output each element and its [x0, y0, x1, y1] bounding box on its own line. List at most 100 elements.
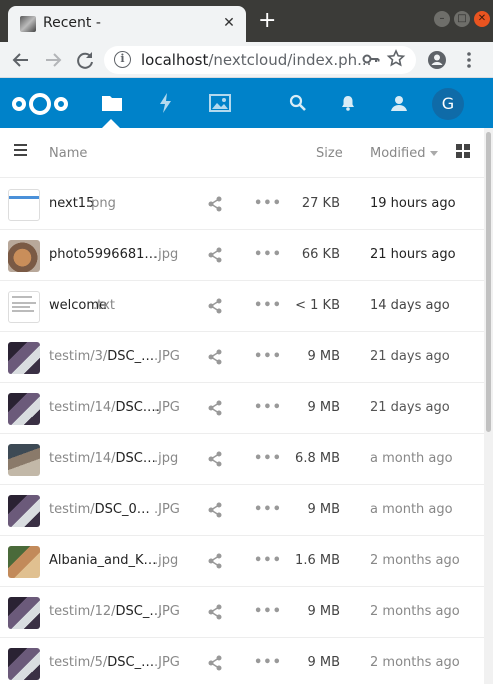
file-thumbnail: [8, 189, 40, 221]
more-actions-icon[interactable]: •••: [254, 299, 282, 312]
notifications-bell-icon[interactable]: [338, 93, 358, 113]
scrollbar-thumb[interactable]: [486, 132, 491, 432]
nextcloud-logo[interactable]: [12, 93, 74, 115]
file-path: testim/: [49, 502, 95, 517]
back-icon[interactable]: [10, 49, 32, 71]
file-row[interactable]: photo5996681… .jpg ••• 66 KB 21 hours ago: [0, 230, 484, 281]
file-extension: .JPG: [154, 604, 180, 619]
more-actions-icon[interactable]: •••: [254, 605, 282, 618]
reload-icon[interactable]: [74, 49, 96, 71]
file-row[interactable]: testim/5/DSC_… .JPG ••• 9 MB 2 months ago: [0, 638, 484, 684]
key-icon[interactable]: [362, 50, 380, 68]
file-extension: .jpg: [154, 451, 179, 466]
grid-view-icon[interactable]: [456, 144, 470, 158]
files-app-icon[interactable]: [100, 91, 124, 115]
file-extension: .JPG: [154, 655, 180, 670]
minimize-window-button[interactable]: –: [434, 11, 450, 27]
file-size: 9 MB: [307, 400, 340, 415]
file-basename: Albania_and_K…: [49, 553, 157, 568]
share-icon[interactable]: [207, 298, 223, 314]
file-extension: .jpg: [154, 247, 179, 262]
more-actions-icon[interactable]: •••: [254, 197, 282, 210]
share-icon[interactable]: [207, 655, 223, 671]
file-name[interactable]: testim/12/DSC_…: [49, 604, 162, 619]
share-icon[interactable]: [207, 400, 223, 416]
file-path: testim/12/: [49, 604, 116, 619]
close-tab-icon[interactable]: ✕: [220, 14, 238, 32]
file-row[interactable]: testim/14/DSC… .jpg ••• 6.8 MB a month ago: [0, 434, 484, 485]
file-row[interactable]: testim/DSC_0… .JPG ••• 9 MB a month ago: [0, 485, 484, 536]
browser-tab[interactable]: Recent - ✕: [8, 6, 246, 42]
file-name[interactable]: testim/14/DSC…: [49, 451, 156, 466]
file-modified: 21 hours ago: [370, 247, 456, 262]
file-path: testim/14/: [49, 451, 116, 466]
file-size: 9 MB: [307, 604, 340, 619]
file-name[interactable]: testim/DSC_0…: [49, 502, 150, 517]
file-name[interactable]: photo5996681…: [49, 247, 157, 262]
file-name[interactable]: testim/3/DSC_…: [49, 349, 154, 364]
more-actions-icon[interactable]: •••: [254, 350, 282, 363]
share-icon[interactable]: [207, 502, 223, 518]
file-extension: .txt: [93, 298, 116, 313]
address-bar[interactable]: i localhost/nextcloud/index.ph...: [104, 46, 416, 74]
new-tab-button[interactable]: +: [258, 10, 276, 32]
file-extension: .JPG: [154, 349, 180, 364]
url-path: /nextcloud/index.ph...: [208, 51, 372, 69]
maximize-window-button[interactable]: □: [454, 11, 470, 27]
browser-menu-icon[interactable]: [458, 49, 480, 71]
forward-icon[interactable]: [42, 49, 64, 71]
file-row[interactable]: testim/12/DSC_… .JPG ••• 9 MB 2 months ago: [0, 587, 484, 638]
more-actions-icon[interactable]: •••: [254, 503, 282, 516]
file-modified: 21 days ago: [370, 349, 450, 364]
file-row[interactable]: next15 .png ••• 27 KB 19 hours ago: [0, 179, 484, 230]
file-name[interactable]: Albania_and_K…: [49, 553, 157, 568]
file-basename: DSC_0…: [94, 502, 150, 517]
file-row[interactable]: welcome .txt ••• < 1 KB 14 days ago: [0, 281, 484, 332]
more-actions-icon[interactable]: •••: [254, 554, 282, 567]
file-name[interactable]: testim/5/DSC_…: [49, 655, 154, 670]
column-name-header[interactable]: Name: [49, 146, 87, 161]
active-app-indicator: [102, 119, 120, 128]
contacts-icon[interactable]: [388, 93, 408, 113]
activity-app-icon[interactable]: [154, 91, 178, 115]
more-actions-icon[interactable]: •••: [254, 248, 282, 261]
file-name[interactable]: testim/14/DSC.…: [49, 400, 160, 415]
share-icon[interactable]: [207, 451, 223, 467]
file-row[interactable]: testim/3/DSC_… .JPG ••• 9 MB 21 days ago: [0, 332, 484, 383]
share-icon[interactable]: [207, 349, 223, 365]
user-avatar[interactable]: G: [432, 88, 464, 120]
info-icon[interactable]: i: [114, 51, 131, 68]
more-actions-icon[interactable]: •••: [254, 656, 282, 669]
file-size: 9 MB: [307, 502, 340, 517]
file-modified: 2 months ago: [370, 604, 460, 619]
file-size: < 1 KB: [295, 298, 340, 313]
file-row[interactable]: testim/14/DSC.… .JPG ••• 9 MB 21 days ago: [0, 383, 484, 434]
share-icon[interactable]: [207, 247, 223, 263]
search-icon[interactable]: [288, 93, 308, 113]
file-size: 66 KB: [301, 247, 340, 262]
file-thumbnail: [8, 291, 40, 323]
file-path: testim/3/: [49, 349, 108, 364]
file-row[interactable]: Albania_and_K… .jpg ••• 1.6 MB 2 months ago: [0, 536, 484, 587]
gallery-app-icon[interactable]: [208, 91, 232, 115]
more-actions-icon[interactable]: •••: [254, 401, 282, 414]
file-thumbnail: [8, 444, 40, 476]
url-host: localhost: [141, 51, 209, 69]
column-size-header[interactable]: Size: [316, 146, 343, 161]
more-actions-icon[interactable]: •••: [254, 452, 282, 465]
share-icon[interactable]: [207, 196, 223, 212]
file-size: 9 MB: [307, 655, 340, 670]
column-modified-header[interactable]: Modified: [370, 146, 425, 161]
account-icon[interactable]: [426, 49, 448, 71]
close-window-button[interactable]: ✕: [474, 11, 490, 27]
star-icon[interactable]: [386, 48, 406, 70]
file-size: 9 MB: [307, 349, 340, 364]
share-icon[interactable]: [207, 553, 223, 569]
share-icon[interactable]: [207, 604, 223, 620]
scrollbar[interactable]: [484, 128, 493, 684]
browser-tab-strip: Recent - ✕ + – □ ✕: [0, 0, 493, 42]
favicon-icon: [20, 16, 36, 32]
browser-toolbar: i localhost/nextcloud/index.ph...: [0, 42, 493, 78]
navigation-toggle-icon[interactable]: [14, 144, 27, 156]
file-basename: DSC_…: [107, 349, 155, 364]
